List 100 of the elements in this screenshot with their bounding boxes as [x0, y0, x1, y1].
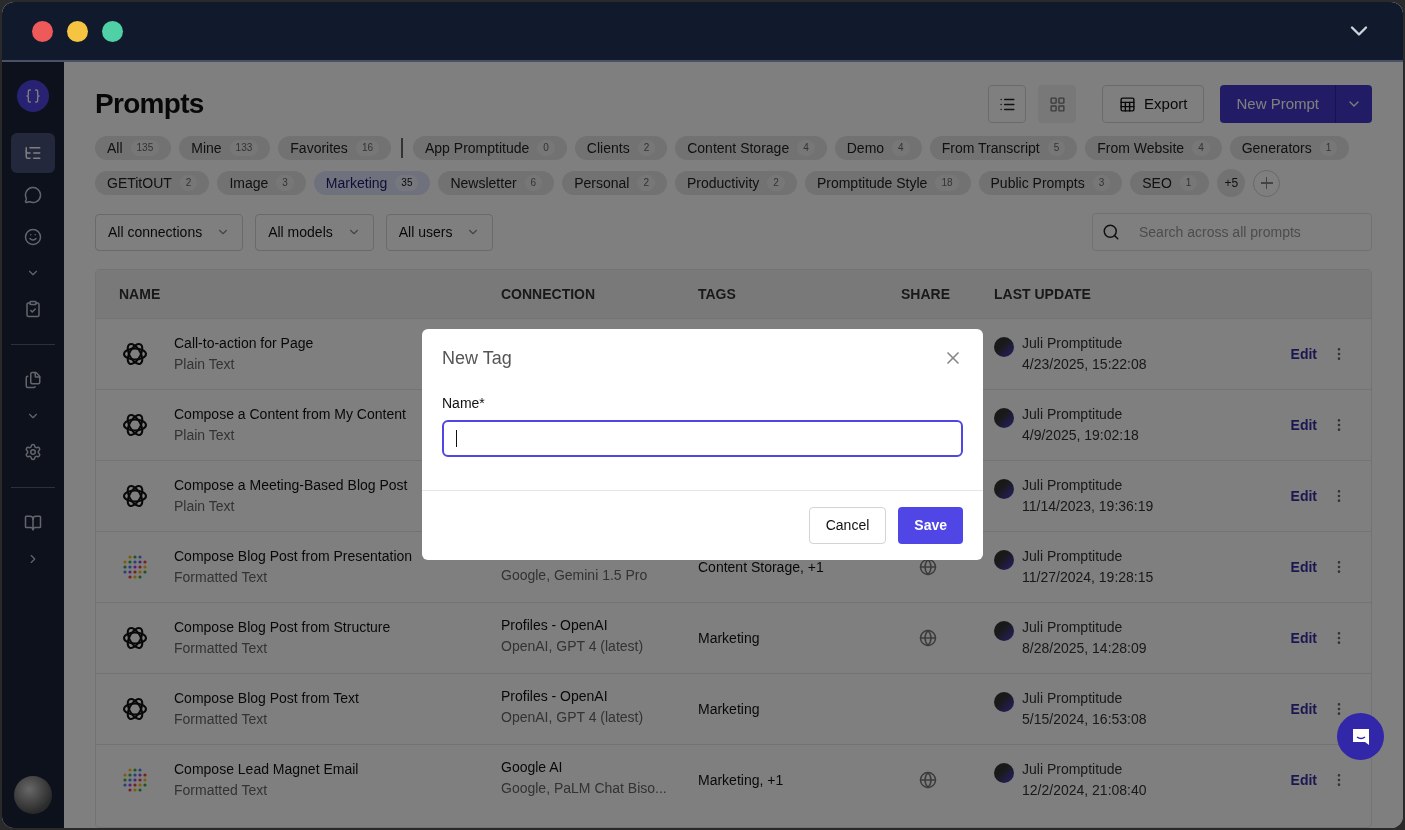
tag-filter-chip[interactable]: Image 3: [217, 171, 306, 195]
tag-filter-chip[interactable]: Mine 133: [179, 136, 271, 160]
connection-name: Profiles - OpenAI: [501, 616, 609, 635]
new-prompt-button[interactable]: New Prompt: [1220, 85, 1336, 123]
avatar: [994, 692, 1014, 712]
tag-filter-chip[interactable]: Public Prompts 3: [978, 171, 1123, 195]
more-tags-button[interactable]: +5: [1217, 169, 1246, 197]
filter-dropdown[interactable]: All connections: [95, 213, 244, 251]
tag-filter-chip[interactable]: Generators 1: [1229, 136, 1350, 160]
tag-filter-chip[interactable]: Clients 2: [574, 136, 668, 160]
knot-logo-icon: [121, 695, 149, 723]
minimize-window-icon[interactable]: [67, 20, 88, 42]
avatar: [994, 337, 1014, 357]
tag-filter-chip[interactable]: SEO 1: [1130, 171, 1210, 195]
update-time: 4/23/2025, 15:22:08: [1022, 355, 1147, 374]
user-avatar[interactable]: [14, 776, 52, 814]
files-icon: [24, 371, 42, 389]
tag-filter-chip[interactable]: Newsletter 6: [438, 171, 555, 195]
author-name: Juli Promptitude: [1022, 547, 1124, 566]
maximize-window-icon[interactable]: [102, 20, 123, 42]
knot-logo-icon: [121, 482, 149, 510]
tag-filter-chip[interactable]: From Website 4: [1085, 136, 1222, 160]
prompt-name: Compose Blog Post from Presentation: [174, 547, 413, 566]
prompt-name: Compose a Meeting-Based Blog Post: [174, 476, 408, 495]
knot-logo-icon: [121, 624, 149, 652]
avatar: [994, 763, 1014, 783]
author-name: Juli Promptitude: [1022, 760, 1124, 779]
prompt-format: Formatted Text: [174, 710, 268, 729]
prompt-format: Plain Text: [174, 497, 235, 516]
chat-icon: [24, 186, 42, 204]
save-button[interactable]: Save: [898, 507, 963, 544]
table-icon: [1119, 95, 1137, 113]
author-name: Juli Promptitude: [1022, 476, 1124, 495]
dialog-title: New Tag: [442, 346, 512, 370]
edit-link[interactable]: Edit: [1290, 414, 1317, 436]
update-time: 11/14/2023, 19:36:19: [1022, 497, 1154, 516]
clipboard-icon: [24, 300, 42, 318]
tag-filter-chip[interactable]: Demo 4: [834, 136, 922, 160]
tag-filter-chip[interactable]: From Transcript 5: [929, 136, 1078, 160]
prompt-name: Compose Blog Post from Text: [174, 689, 359, 708]
grid-view-button[interactable]: [1038, 85, 1077, 123]
author-name: Juli Promptitude: [1022, 334, 1124, 353]
author-name: Juli Promptitude: [1022, 618, 1124, 637]
edit-link[interactable]: Edit: [1290, 556, 1317, 578]
update-time: 8/28/2025, 14:28:09: [1022, 639, 1147, 658]
page-title: Prompts: [95, 87, 204, 121]
tag-filter-chip[interactable]: Promptitude Style 18: [804, 171, 971, 195]
connection-model: Google, Gemini 1.5 Pro: [501, 566, 649, 585]
name-input-field[interactable]: [442, 420, 963, 457]
prompt-name: Call-to-action for Page: [174, 334, 314, 353]
update-time: 5/15/2024, 16:53:08: [1022, 710, 1147, 729]
filter-dropdown[interactable]: All users: [385, 213, 494, 251]
grid-icon: [1048, 95, 1066, 113]
text-cursor: [456, 430, 457, 447]
tag-filter-chip[interactable]: App Promptitude 0: [413, 136, 567, 160]
edit-link[interactable]: Edit: [1290, 627, 1317, 649]
prompt-format: Plain Text: [174, 426, 235, 445]
tag-filter-chip[interactable]: GETitOUT 2: [95, 171, 210, 195]
field-label: Name*: [441, 394, 486, 413]
list-view-button[interactable]: [988, 85, 1027, 123]
prompt-name: Compose a Content from My Content: [174, 405, 406, 424]
tag-filter-chip[interactable]: Personal 2: [562, 171, 667, 195]
connection-model: Google, PaLM Chat Biso...: [501, 779, 668, 798]
dots-logo-icon: [122, 767, 148, 793]
tag-filter-chip[interactable]: Favorites 16: [278, 136, 391, 160]
dots-logo-icon: [122, 554, 148, 580]
column-header: CONNECTION: [501, 284, 597, 304]
chat-button[interactable]: [1337, 713, 1384, 760]
close-window-icon[interactable]: [32, 20, 53, 42]
tag-filter-chip[interactable]: All 135: [95, 136, 172, 160]
plus-icon: [1260, 177, 1273, 189]
prompt-format: Formatted Text: [174, 781, 268, 800]
tag-filter-chip[interactable]: Marketing 35: [313, 171, 431, 195]
column-header: TAGS: [698, 284, 737, 304]
export-button[interactable]: Export: [1102, 85, 1205, 123]
connection-model: OpenAI, GPT 4 (latest): [501, 637, 645, 656]
connection-name: Google AI: [501, 758, 564, 777]
column-header: SHARE: [901, 284, 951, 304]
tag-filter-chip[interactable]: Productivity 2: [675, 171, 797, 195]
edit-link[interactable]: Edit: [1290, 769, 1317, 791]
smile-icon: [24, 228, 42, 246]
edit-link[interactable]: Edit: [1290, 343, 1317, 365]
cancel-button[interactable]: Cancel: [808, 507, 887, 544]
edit-link[interactable]: Edit: [1290, 698, 1317, 720]
tag-filter-chip[interactable]: Content Storage 4: [675, 136, 827, 160]
author-name: Juli Promptitude: [1022, 405, 1124, 424]
avatar: [994, 479, 1014, 499]
tags-cell: Marketing: [698, 630, 760, 646]
avatar: [994, 408, 1014, 428]
sidebar-item[interactable]: [11, 133, 55, 173]
prompt-name: Compose Lead Magnet Email: [174, 760, 359, 779]
filter-dropdown[interactable]: All models: [255, 213, 374, 251]
logo-icon[interactable]: [17, 80, 49, 112]
edit-link[interactable]: Edit: [1290, 485, 1317, 507]
table-row[interactable]: Compose Blog Post from Structure Formatted Text Profiles - OpenAI OpenAI, GPT 4 (latest) Marketing Juli Promptitude 8/28/2025, 14:28:09 Edit: [96, 602, 1371, 673]
settings-icon: [24, 443, 42, 461]
prompt-format: Formatted Text: [174, 639, 268, 658]
update-time: 4/9/2025, 19:02:18: [1022, 426, 1139, 445]
search-icon: [1102, 223, 1120, 241]
column-header: LAST UPDATE: [994, 284, 1091, 304]
